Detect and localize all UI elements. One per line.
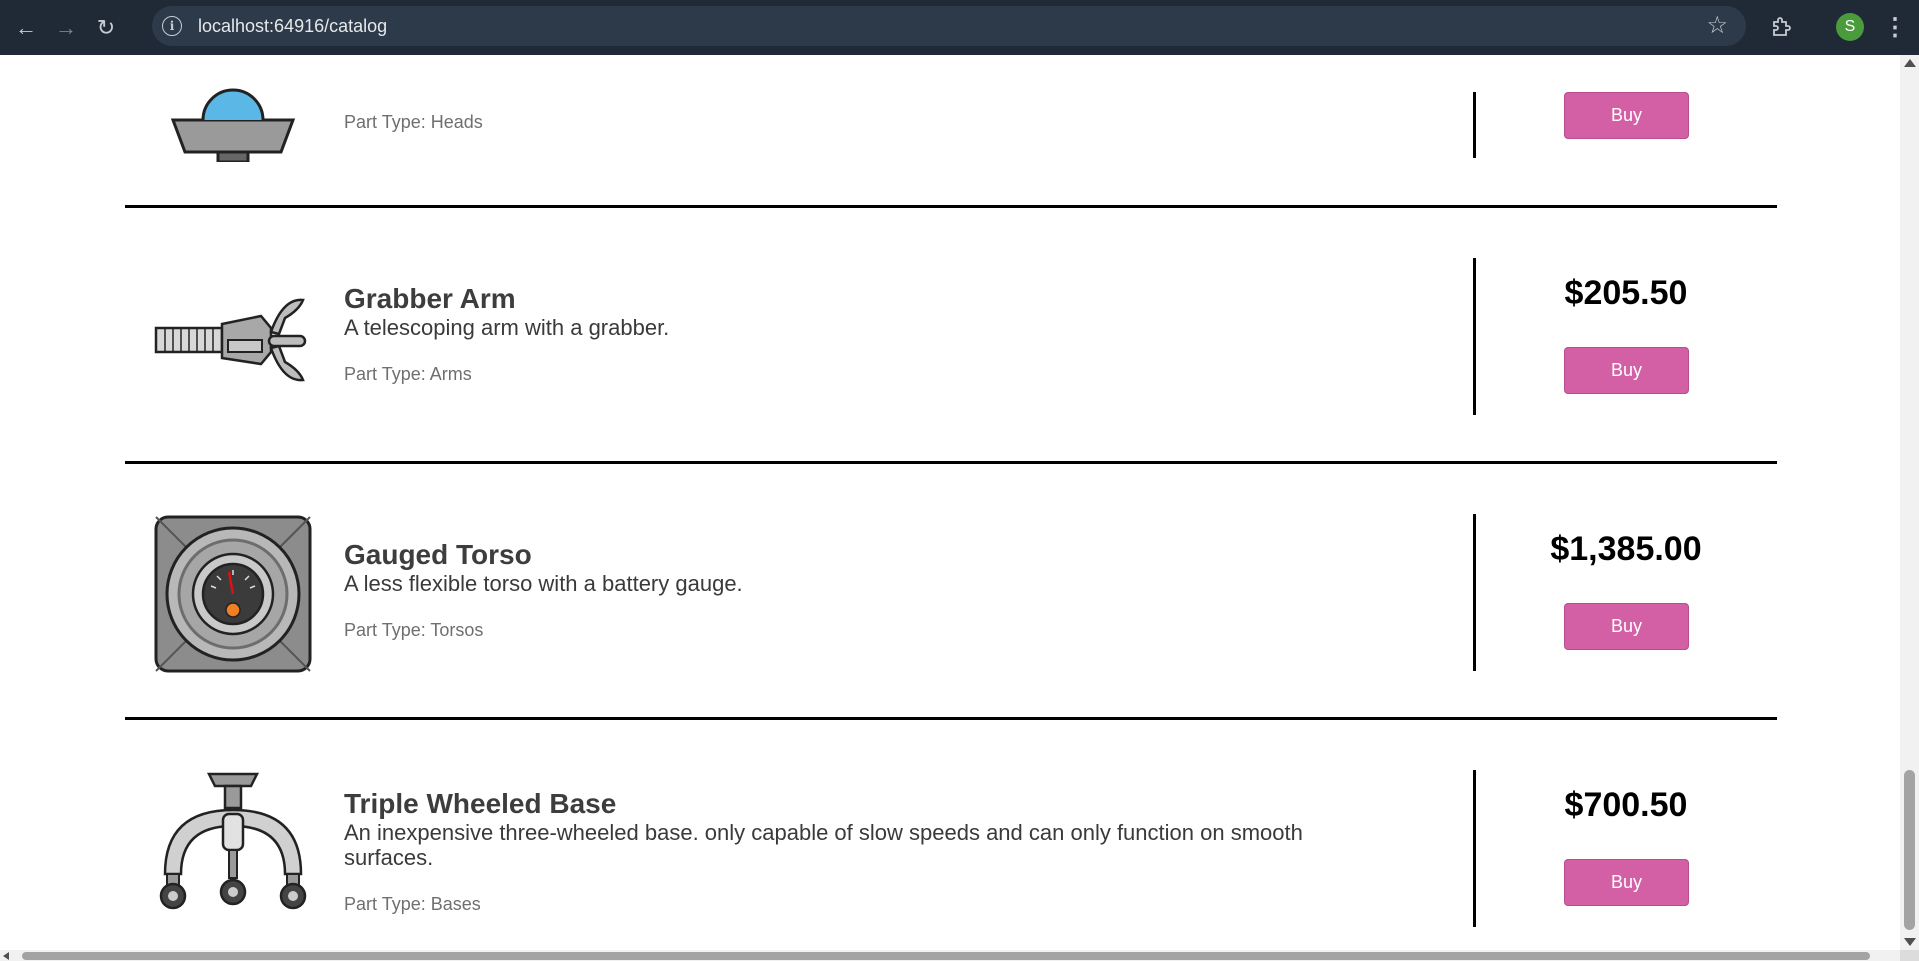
scroll-up-arrow-icon[interactable]	[1904, 59, 1916, 67]
buy-button[interactable]: Buy	[1564, 92, 1689, 139]
robot-head-icon	[153, 55, 313, 162]
part-type: Part Type: Heads	[344, 112, 483, 132]
item-title: Grabber Arm	[344, 283, 516, 314]
scrollbar-corner	[1900, 950, 1919, 961]
part-type: Part Type: Bases	[344, 894, 481, 914]
address-bar[interactable]: i localhost:64916/catalog ☆	[152, 6, 1746, 46]
price-divider	[1473, 92, 1476, 158]
scroll-left-arrow-icon[interactable]	[3, 952, 9, 960]
scrollbar-thumb[interactable]	[1904, 770, 1915, 930]
catalog-item: Grabber Arm A telescoping arm with a gra…	[125, 208, 1777, 464]
scrollbar-thumb[interactable]	[22, 952, 1870, 960]
reload-icon[interactable]: ↻	[86, 8, 126, 48]
item-description: A less flexible torso with a battery gau…	[344, 571, 743, 596]
gauged-torso-icon	[153, 514, 313, 674]
item-info: Gauged Torso A less flexible torso with …	[344, 539, 1394, 641]
item-title: Triple Wheeled Base	[344, 788, 617, 819]
extensions-icon[interactable]	[1764, 10, 1798, 44]
scroll-down-arrow-icon[interactable]	[1904, 938, 1916, 946]
item-title: Gauged Torso	[344, 539, 532, 570]
item-description: A telescoping arm with a grabber.	[344, 315, 670, 340]
catalog-item: Part Type: Heads Buy	[125, 55, 1777, 208]
horizontal-scrollbar[interactable]	[0, 950, 1900, 961]
site-info-icon[interactable]: i	[162, 16, 182, 36]
wheeled-base-icon	[153, 770, 313, 930]
catalog-item: Gauged Torso A less flexible torso with …	[125, 464, 1777, 720]
catalog-item: Triple Wheeled Base An inexpensive three…	[125, 720, 1777, 950]
kebab-menu-icon[interactable]: ⋮	[1880, 10, 1910, 44]
forward-arrow-icon[interactable]: →	[46, 8, 86, 48]
part-type: Part Type: Torsos	[344, 620, 484, 640]
back-arrow-icon[interactable]: ←	[6, 8, 46, 48]
buy-button[interactable]: Buy	[1564, 347, 1689, 394]
item-info: Part Type: Heads	[344, 112, 1394, 133]
buy-button[interactable]: Buy	[1564, 603, 1689, 650]
item-description: An inexpensive three-wheeled base. only …	[344, 820, 1303, 870]
item-info: Grabber Arm A telescoping arm with a gra…	[344, 283, 1394, 385]
browser-toolbar: ← → ↻ i localhost:64916/catalog ☆ S ⋮	[0, 0, 1919, 55]
item-price: $205.50	[1564, 274, 1688, 312]
page-viewport: Part Type: Heads Buy Grabber Arm A teles…	[0, 55, 1900, 950]
part-type: Part Type: Arms	[344, 364, 472, 384]
item-price: $700.50	[1564, 786, 1688, 824]
bookmark-star-icon[interactable]: ☆	[1706, 11, 1728, 40]
url-text[interactable]: localhost:64916/catalog	[198, 16, 387, 37]
profile-avatar[interactable]: S	[1836, 13, 1864, 41]
buy-button[interactable]: Buy	[1564, 859, 1689, 906]
vertical-scrollbar[interactable]	[1900, 55, 1919, 950]
item-price: $1,385.00	[1550, 530, 1702, 568]
grabber-arm-icon	[153, 258, 313, 418]
item-info: Triple Wheeled Base An inexpensive three…	[344, 788, 1394, 915]
